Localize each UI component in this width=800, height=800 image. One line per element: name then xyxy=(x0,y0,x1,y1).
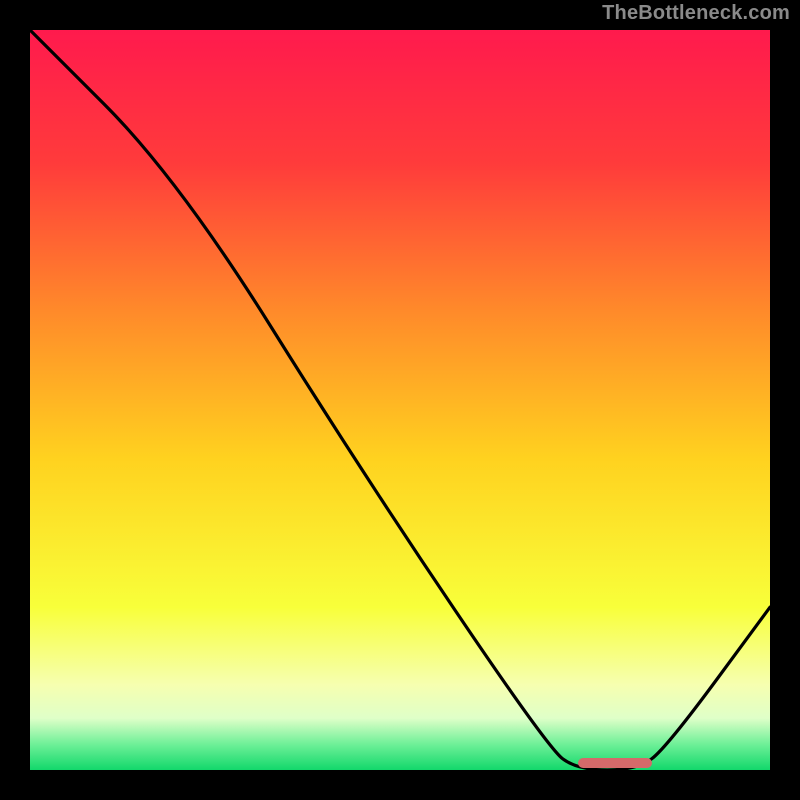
curve-path xyxy=(30,30,770,770)
image-frame: TheBottleneck.com xyxy=(0,0,800,800)
bottleneck-curve xyxy=(30,30,770,770)
optimum-range-marker xyxy=(578,758,652,768)
plot-area xyxy=(30,30,770,770)
watermark-text: TheBottleneck.com xyxy=(602,2,790,25)
